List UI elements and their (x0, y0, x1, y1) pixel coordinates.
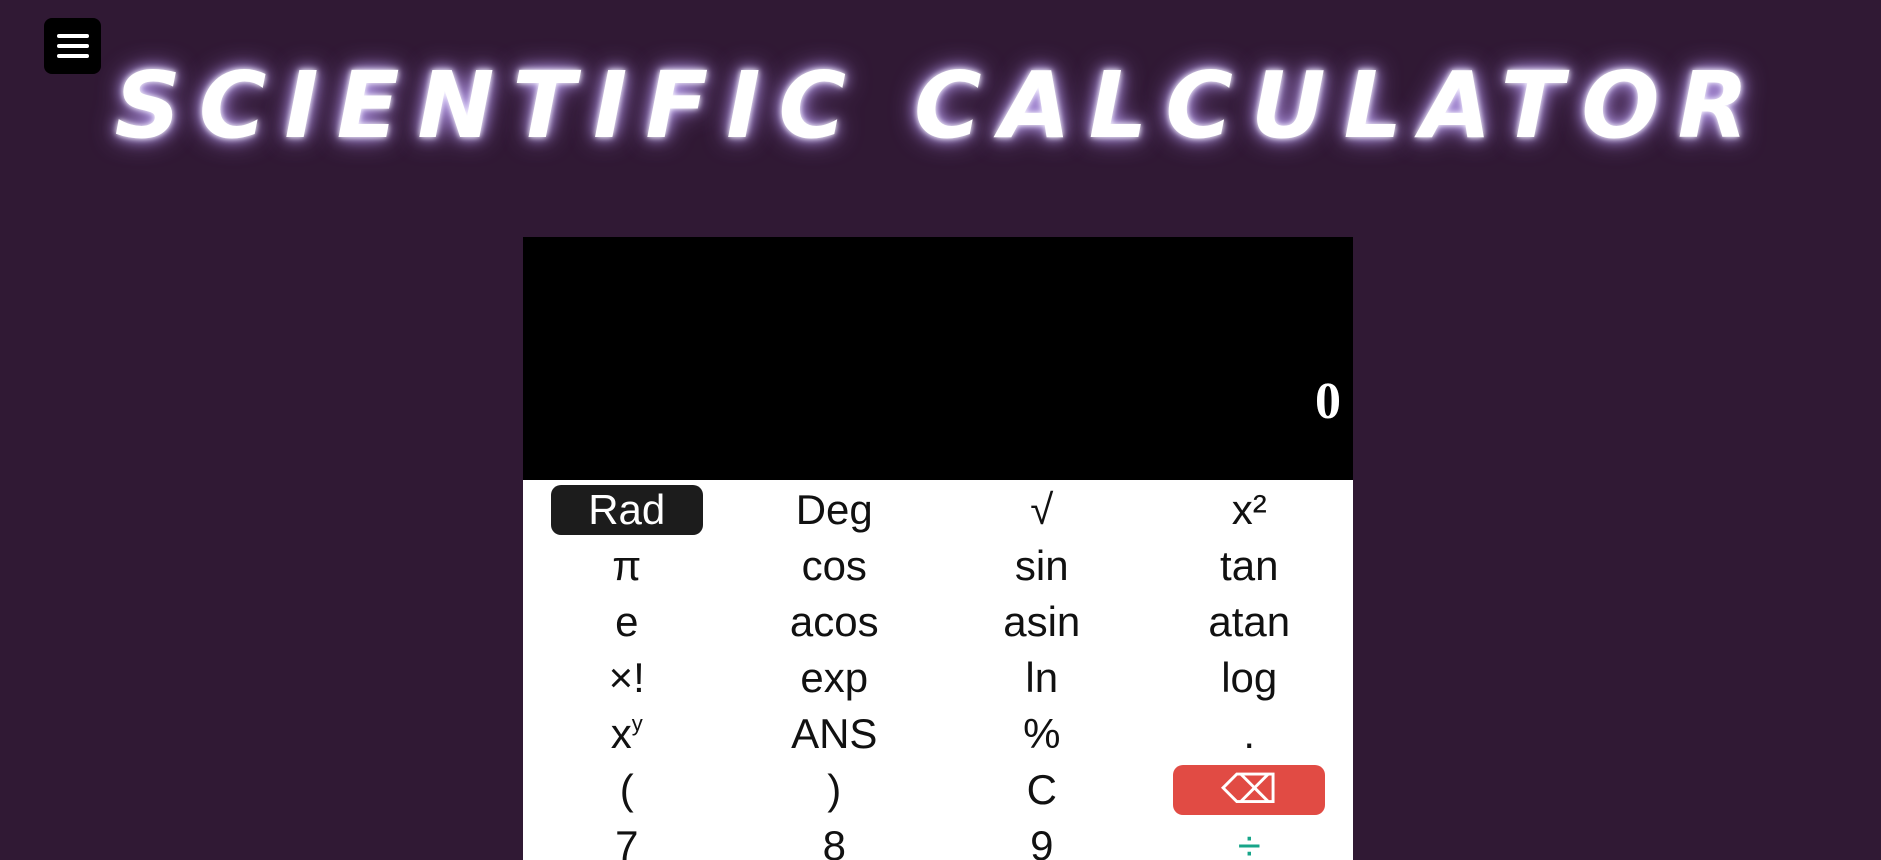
key-label: cos (801, 542, 867, 589)
key-label: ) (827, 766, 842, 813)
key-label: ⌫ (1220, 768, 1278, 812)
key-label: √ (1030, 486, 1054, 533)
key-sqrt-button[interactable]: √ (938, 482, 1146, 538)
key-cos-button[interactable]: cos (731, 538, 939, 594)
key-label: . (1243, 710, 1256, 757)
key-label: Rad (588, 486, 666, 533)
key-percent-button[interactable]: % (938, 706, 1146, 762)
backspace-icon: ⌫ (1173, 765, 1326, 815)
key-xy-button[interactable]: xy (523, 706, 731, 762)
key-asin-button[interactable]: asin (938, 594, 1146, 650)
key-deg-button[interactable]: Deg (731, 482, 939, 538)
key-label: ( (619, 766, 634, 813)
keypad: Rad Deg √ x² π cos sin tan e acos asin atan ×! exp ln l… (523, 480, 1353, 860)
key-divide-button[interactable]: ÷ (1146, 818, 1354, 860)
key-ans-button[interactable]: ANS (731, 706, 939, 762)
key-label: 7 (615, 822, 639, 860)
key-label: ln (1025, 654, 1059, 701)
hamburger-menu-icon (56, 34, 89, 38)
key-label: 8 (822, 822, 846, 860)
hamburger-line (56, 44, 89, 48)
key-label: log (1221, 654, 1278, 701)
key-label: tan (1220, 542, 1279, 589)
key-sin-button[interactable]: sin (938, 538, 1146, 594)
display-value: 0 (1315, 373, 1341, 430)
key-9-button[interactable]: 9 (938, 818, 1146, 860)
key-log-button[interactable]: log (1146, 650, 1354, 706)
key-label: x² (1231, 486, 1267, 533)
key-superscript: y (631, 711, 643, 736)
key-atan-button[interactable]: atan (1146, 594, 1354, 650)
key-pi-button[interactable]: π (523, 538, 731, 594)
key-close-paren-button[interactable]: ) (731, 762, 939, 818)
key-label: 9 (1030, 822, 1054, 860)
calculator: 0 Rad Deg √ x² π cos sin tan e acos asin atan ×! exp l… (523, 237, 1353, 860)
page-title: SCIENTIFIC CALCULATOR (114, 52, 1767, 159)
key-pill: Rad (550, 485, 703, 535)
key-label: asin (1003, 598, 1081, 645)
key-label: atan (1208, 598, 1291, 645)
key-rad-button[interactable]: Rad (523, 482, 731, 538)
key-tan-button[interactable]: tan (1146, 538, 1354, 594)
key-exp-button[interactable]: exp (731, 650, 939, 706)
key-8-button[interactable]: 8 (731, 818, 939, 860)
key-label: ANS (791, 710, 878, 757)
key-backspace-button[interactable]: ⌫ (1146, 762, 1354, 818)
key-label: π (612, 542, 642, 589)
key-decimal-button[interactable]: . (1146, 706, 1354, 762)
key-label: x (610, 710, 632, 757)
key-c-button[interactable]: C (938, 762, 1146, 818)
key-label: ×! (608, 654, 645, 701)
key-7-button[interactable]: 7 (523, 818, 731, 860)
key-e-button[interactable]: e (523, 594, 731, 650)
calculator-display: 0 (523, 237, 1353, 480)
key-label: Deg (795, 486, 873, 533)
key-label: C (1026, 766, 1057, 813)
key-factorial-button[interactable]: ×! (523, 650, 731, 706)
key-open-paren-button[interactable]: ( (523, 762, 731, 818)
key-label: exp (800, 654, 869, 701)
key-acos-button[interactable]: acos (731, 594, 939, 650)
key-square-button[interactable]: x² (1146, 482, 1354, 538)
key-label: acos (789, 598, 879, 645)
key-label: % (1023, 710, 1061, 757)
key-label: sin (1014, 542, 1069, 589)
key-label: e (615, 598, 639, 645)
key-ln-button[interactable]: ln (938, 650, 1146, 706)
key-label: ÷ (1237, 822, 1261, 860)
